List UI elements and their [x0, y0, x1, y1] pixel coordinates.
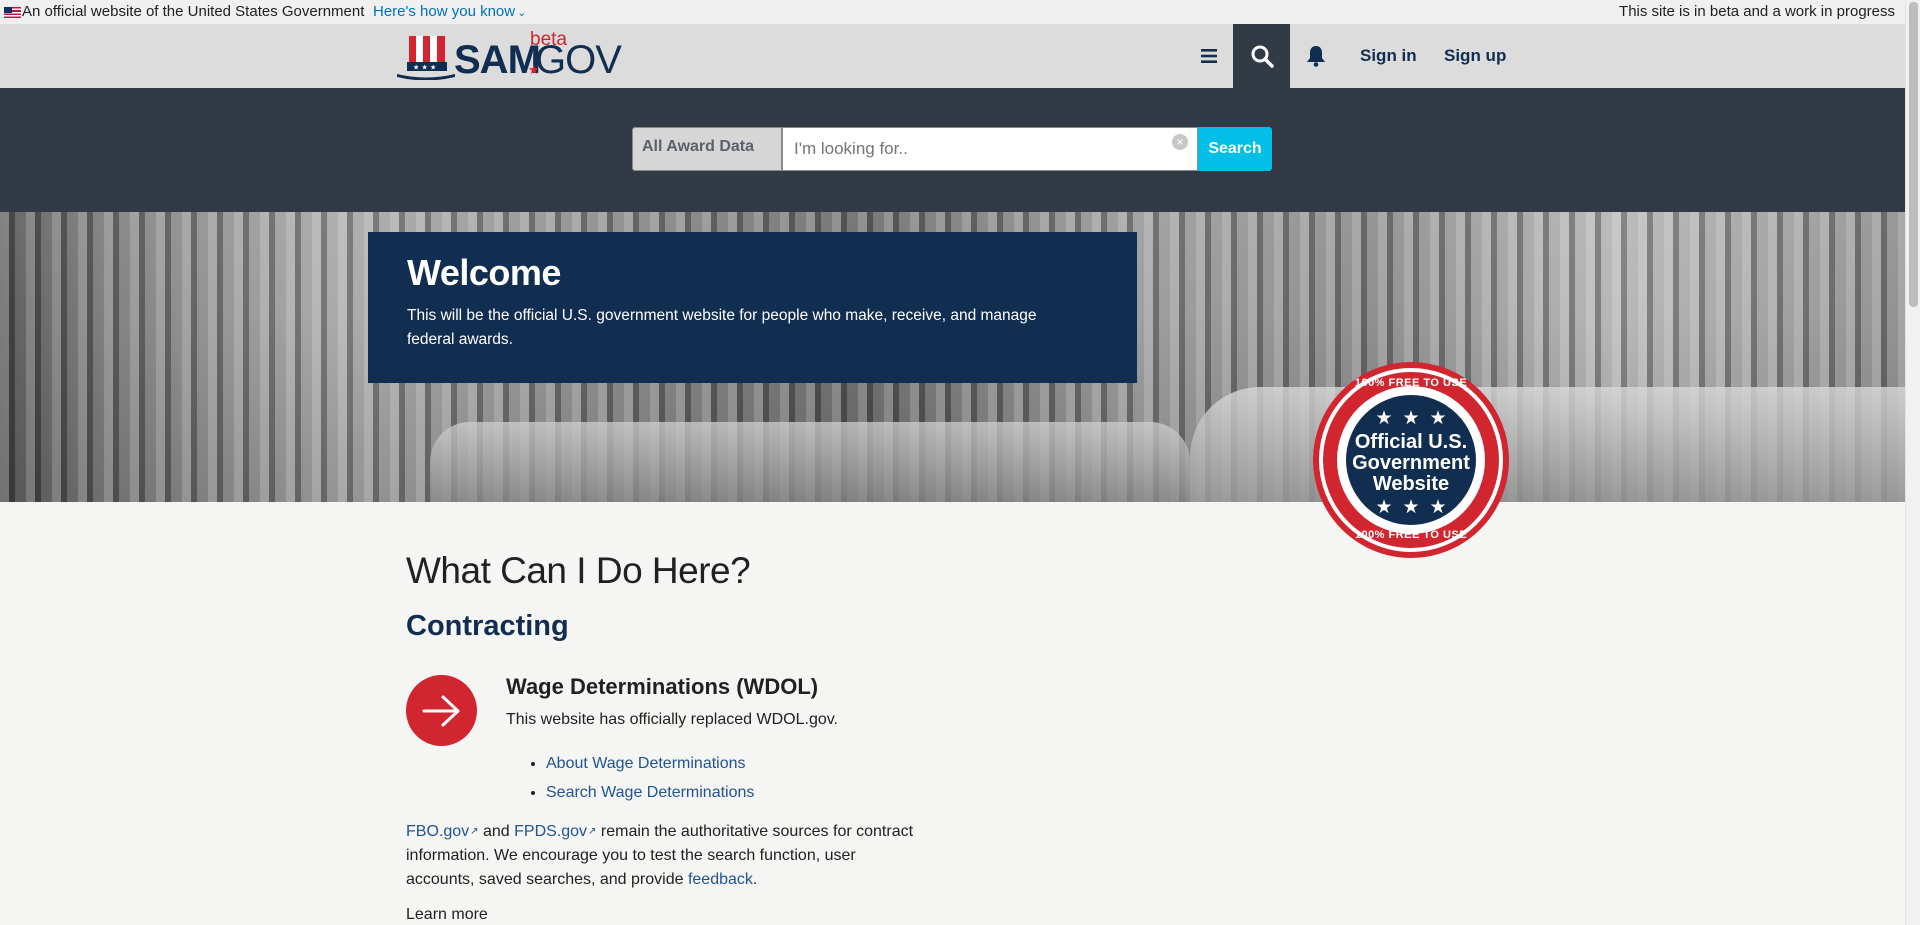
seal-line-1: Official U.S.: [1354, 431, 1468, 453]
list-item: Search Wage Determinations: [546, 778, 754, 807]
bell-icon: [1307, 46, 1325, 67]
sign-in-link[interactable]: Sign in: [1360, 24, 1417, 88]
arrow-right-icon: [422, 695, 459, 726]
gov-banner: An official website of the United States…: [0, 0, 1905, 24]
search-wage-determinations-link[interactable]: Search Wage Determinations: [546, 784, 754, 801]
svg-text:★ ★ ★: ★ ★ ★: [413, 64, 436, 72]
sam-gov-logo[interactable]: ★ ★ ★ SAM ★ beta GOV: [397, 29, 622, 82]
beta-notice: This site is in beta and a work in progr…: [1619, 3, 1895, 20]
us-flag-icon: [4, 7, 21, 18]
welcome-description: This will be the official U.S. governmen…: [407, 307, 1037, 348]
wdol-link-list: About Wage Determinations Search Wage De…: [530, 749, 754, 807]
chevron-down-icon: ⌄: [517, 7, 527, 19]
seal-arc-bottom-text: 100% FREE TO USE: [1354, 529, 1468, 541]
welcome-card: Welcome This will be the official U.S. g…: [368, 232, 1137, 383]
scrollbar-thumb[interactable]: [1909, 2, 1918, 307]
wdol-arrow-button[interactable]: [406, 675, 477, 746]
logo-gov-text: GOV: [535, 38, 622, 82]
sources-paragraph: FBO.gov↗ and FPDS.gov↗ remain the author…: [406, 820, 926, 892]
seal-center: ★★★ Official U.S. Government Website ★★★: [1344, 393, 1478, 527]
search-toggle-button[interactable]: [1233, 24, 1290, 88]
search-band: All Award Data × Search: [0, 88, 1905, 212]
paragraph-and-text: and: [478, 823, 515, 840]
seal-text: Official U.S. Government Website: [1346, 432, 1476, 495]
section-title-contracting: Contracting: [406, 610, 569, 642]
learn-more-link[interactable]: Learn more: [406, 906, 488, 924]
official-website-seal: 100% FREE TO USE 100% FREE TO USE ★★★ Of…: [1313, 362, 1509, 558]
clear-icon[interactable]: ×: [1172, 134, 1188, 150]
vertical-scrollbar[interactable]: [1905, 0, 1920, 925]
fpds-gov-link[interactable]: FPDS.gov↗: [514, 823, 596, 840]
page-title: What Can I Do Here?: [406, 550, 751, 591]
search-domain-select[interactable]: All Award Data: [632, 127, 782, 171]
site-header: ★ ★ ★ SAM ★ beta GOV Sign in Sign up: [0, 24, 1905, 88]
feedback-link[interactable]: feedback: [688, 871, 753, 888]
welcome-title: Welcome: [407, 252, 561, 293]
seal-line-2: Government: [1352, 452, 1470, 474]
notifications-button[interactable]: [1296, 24, 1336, 88]
seal-arc-top-text: 100% FREE TO USE: [1354, 377, 1468, 389]
column-capital-decoration: [430, 422, 1190, 502]
uncle-sam-hat-icon: ★ ★ ★: [397, 36, 455, 80]
logo-sam-text: SAM: [454, 38, 541, 82]
list-item: About Wage Determinations: [546, 749, 754, 778]
seal-line-3: Website: [1372, 473, 1450, 495]
about-wage-determinations-link[interactable]: About Wage Determinations: [546, 755, 746, 772]
seal-stars-top-icon: ★★★: [1375, 408, 1457, 429]
menu-button[interactable]: [1189, 24, 1229, 88]
search-input[interactable]: [782, 127, 1198, 171]
official-site-text: An official website of the United States…: [22, 3, 365, 20]
wdol-title: Wage Determinations (WDOL): [506, 674, 819, 699]
search-icon: [1251, 45, 1274, 68]
fbo-gov-link[interactable]: FBO.gov↗: [406, 823, 479, 840]
search-button[interactable]: Search: [1198, 127, 1272, 171]
sign-up-link[interactable]: Sign up: [1444, 24, 1506, 88]
hamburger-menu-icon: [1201, 49, 1217, 63]
how-you-know-link[interactable]: Here's how you know ⌄: [373, 0, 526, 25]
hero-banner: Welcome This will be the official U.S. g…: [0, 212, 1905, 502]
paragraph-end-text: .: [752, 871, 758, 888]
column-base-decoration: [1190, 387, 1905, 502]
wdol-description: This website has officially replaced WDO…: [506, 711, 838, 728]
page: An official website of the United States…: [0, 0, 1905, 925]
external-link-icon: ↗: [470, 826, 479, 837]
seal-stars-bottom-icon: ★★★: [1375, 497, 1457, 518]
